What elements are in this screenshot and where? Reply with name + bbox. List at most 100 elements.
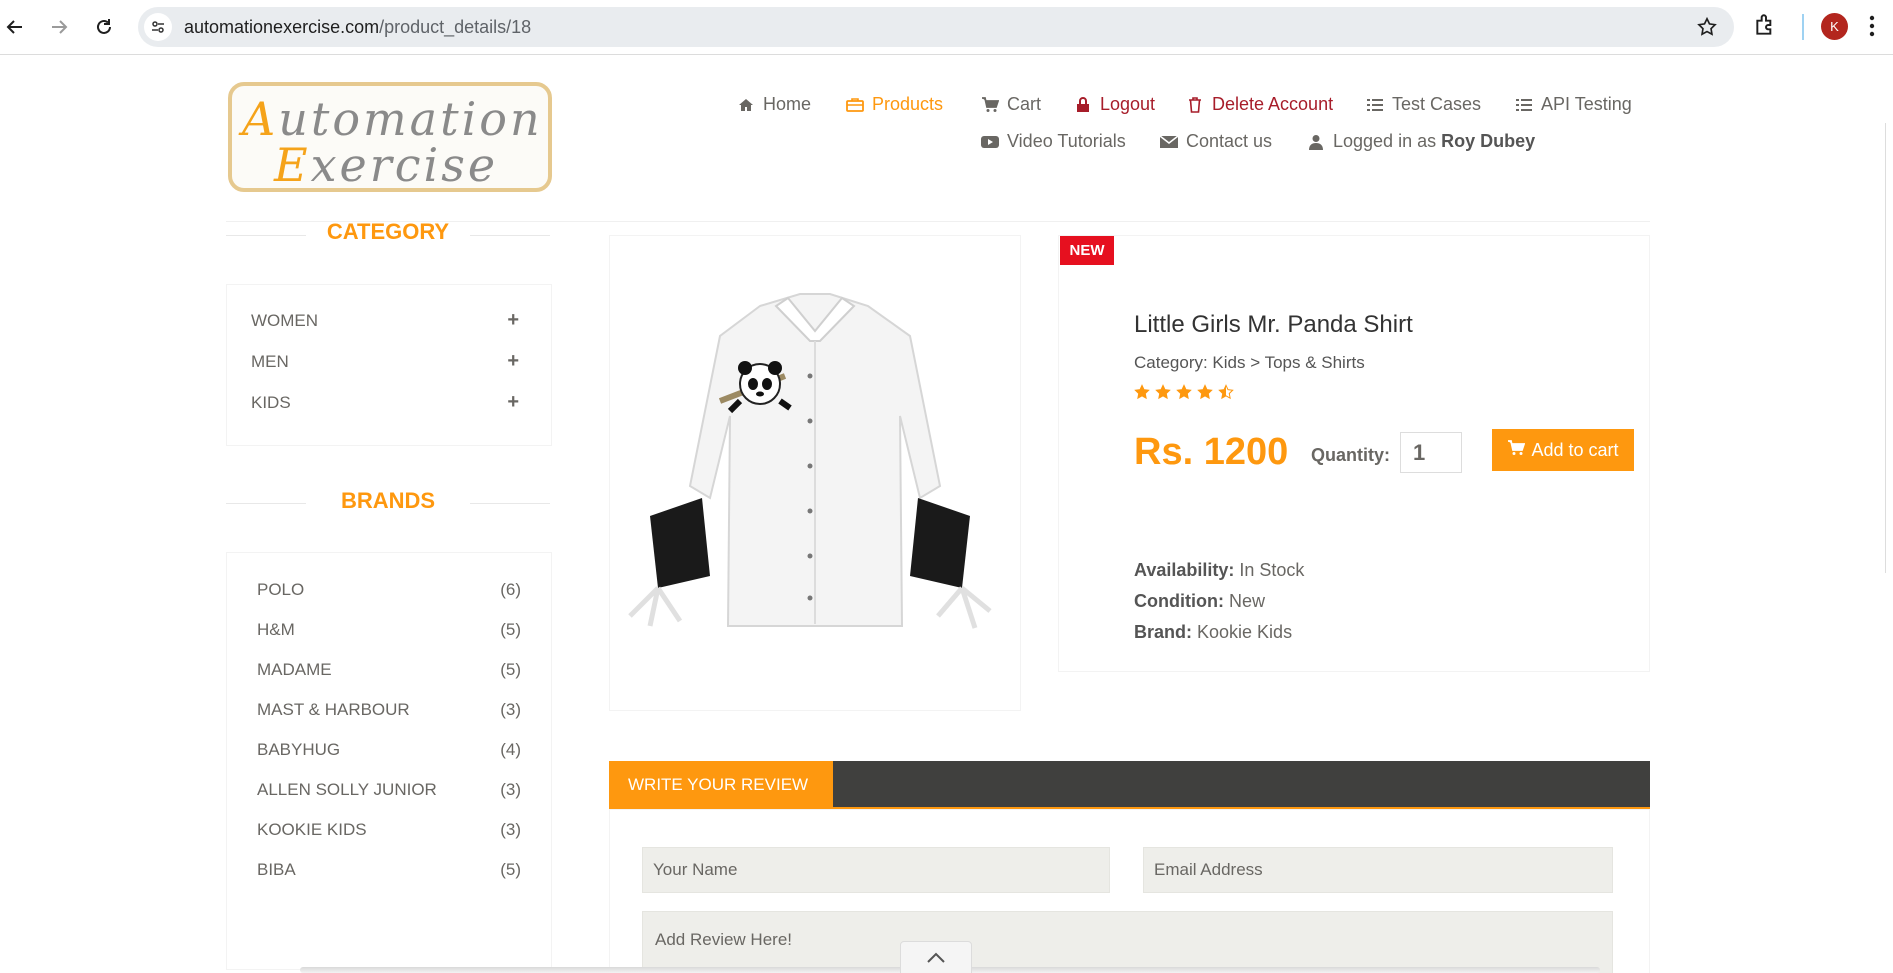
brand-name[interactable]: KOOKIE KIDS [257, 820, 367, 840]
product-name: Little Girls Mr. Panda Shirt [1134, 311, 1413, 338]
nav-products[interactable]: Products [846, 94, 943, 115]
brand-label: Brand: [1134, 622, 1192, 642]
brands-title: BRANDS [340, 488, 436, 513]
brand-count: (3) [500, 780, 521, 799]
product-category: Category: Kids > Tops & Shirts [1134, 353, 1365, 372]
page-content: Automation Exercise Home Products Cart L… [0, 55, 1893, 973]
category-kids[interactable]: KIDS [251, 393, 291, 413]
category-women[interactable]: WOMEN [251, 311, 318, 331]
category-men[interactable]: MEN [251, 352, 289, 372]
browser-toolbar: automationexercise.com/product_details/1… [0, 0, 1893, 55]
brand-name[interactable]: BIBA [257, 860, 296, 880]
youtube-play-icon [981, 133, 999, 151]
plus-icon[interactable]: + [507, 391, 519, 414]
nav-test-cases-label: Test Cases [1392, 94, 1482, 114]
nav-logout[interactable]: Logout [1074, 94, 1155, 115]
nav-logout-label: Logout [1100, 94, 1156, 114]
quantity-label: Quantity: [1311, 445, 1390, 465]
back-icon[interactable] [0, 12, 30, 42]
star-icon [1155, 384, 1171, 400]
brand-name[interactable]: MADAME [257, 660, 332, 680]
rating-stars [1134, 384, 1234, 400]
availability-row: Availability: In Stock [1134, 560, 1304, 581]
brand-count: (5) [500, 860, 521, 879]
nav-products-label: Products [872, 94, 944, 114]
cart-icon [981, 96, 999, 114]
bookmark-star-icon[interactable] [1696, 16, 1718, 43]
briefcase-icon [846, 96, 864, 114]
vertical-scrollbar[interactable] [1885, 123, 1893, 573]
availability-label: Availability: [1134, 560, 1235, 580]
scroll-up-button[interactable] [900, 941, 972, 973]
chevron-up-icon [927, 952, 945, 963]
site-logo[interactable]: Automation Exercise [228, 82, 552, 192]
logo-line-2-text: xercise [310, 138, 499, 192]
star-icon [1134, 384, 1150, 400]
write-review-tab[interactable]: WRITE YOUR REVIEW [609, 761, 833, 809]
list-icon [1515, 96, 1533, 114]
forward-icon[interactable] [44, 12, 74, 42]
category-title: CATEGORY [326, 219, 450, 244]
lock-icon [1074, 96, 1092, 114]
condition-row: Condition: New [1134, 591, 1265, 612]
nav-contact-us-label: Contact us [1186, 131, 1273, 151]
brand-name[interactable]: H&M [257, 620, 295, 640]
nav-contact-us[interactable]: Contact us [1160, 131, 1272, 152]
brand-name[interactable]: MAST & HARBOUR [257, 700, 410, 720]
site-info-icon[interactable] [144, 13, 172, 41]
logo-line-2: Exercise [274, 138, 499, 192]
user-icon [1307, 133, 1325, 151]
review-name-input[interactable] [642, 847, 1110, 893]
logged-in-prefix: Logged in as [1333, 131, 1437, 151]
nav-test-cases[interactable]: Test Cases [1366, 94, 1481, 115]
extensions-icon[interactable] [1753, 12, 1779, 43]
home-icon [737, 96, 755, 114]
star-icon [1176, 384, 1192, 400]
nav-home[interactable]: Home [737, 94, 811, 115]
nav-video-tutorials-label: Video Tutorials [1007, 131, 1126, 151]
list-icon [1366, 96, 1384, 114]
brand-count: (6) [500, 580, 521, 599]
nav-cart[interactable]: Cart [981, 94, 1041, 115]
brand-row: Brand: Kookie Kids [1134, 622, 1292, 643]
reload-icon[interactable] [89, 12, 119, 42]
condition-value: New [1228, 591, 1265, 611]
brand-count: (5) [500, 660, 521, 679]
brands-panel: POLO (6) H&M (5) MADAME (5) MAST & HARBOUR (… [226, 552, 552, 970]
url-text: automationexercise.com/product_details/1… [184, 17, 531, 38]
cart-icon [1507, 439, 1526, 461]
review-textarea[interactable] [642, 911, 1613, 973]
plus-icon[interactable]: + [507, 350, 519, 373]
star-half-icon [1218, 384, 1234, 400]
nav-delete-account-label: Delete Account [1212, 94, 1334, 114]
add-to-cart-button[interactable]: Add to cart [1492, 429, 1634, 471]
product-price: Rs. 1200 [1134, 431, 1289, 473]
menu-kebab-icon[interactable] [1868, 13, 1876, 44]
quantity-input[interactable] [1400, 432, 1462, 473]
nav-home-label: Home [763, 94, 812, 114]
address-bar[interactable]: automationexercise.com/product_details/1… [138, 7, 1734, 47]
envelope-icon [1160, 133, 1178, 151]
profile-avatar[interactable]: K [1821, 13, 1848, 40]
review-email-input[interactable] [1143, 847, 1613, 893]
logged-in-text: Logged in as Roy Dubey [1333, 131, 1535, 152]
shirt-illustration [628, 293, 992, 629]
plus-icon[interactable]: + [507, 309, 519, 332]
brand-value: Kookie Kids [1197, 622, 1293, 642]
brand-name[interactable]: BABYHUG [257, 740, 340, 760]
category-panel: WOMEN + MEN + KIDS + [226, 284, 552, 446]
brand-count: (5) [500, 620, 521, 639]
nav-delete-account[interactable]: Delete Account [1186, 94, 1333, 115]
nav-api-testing[interactable]: API Testing [1515, 94, 1632, 115]
new-badge: NEW [1060, 236, 1114, 265]
brand-name[interactable]: POLO [257, 580, 304, 600]
nav-logged-in-as[interactable]: Logged in as Roy Dubey [1307, 131, 1535, 152]
url-domain: automationexercise.com [184, 17, 380, 37]
trash-icon [1186, 96, 1204, 114]
add-to-cart-label: Add to cart [1531, 439, 1619, 460]
star-icon [1197, 384, 1213, 400]
brand-name[interactable]: ALLEN SOLLY JUNIOR [257, 780, 437, 800]
nav-video-tutorials[interactable]: Video Tutorials [981, 131, 1126, 152]
logged-in-user: Roy Dubey [1441, 131, 1536, 151]
brand-count: (3) [500, 700, 521, 719]
